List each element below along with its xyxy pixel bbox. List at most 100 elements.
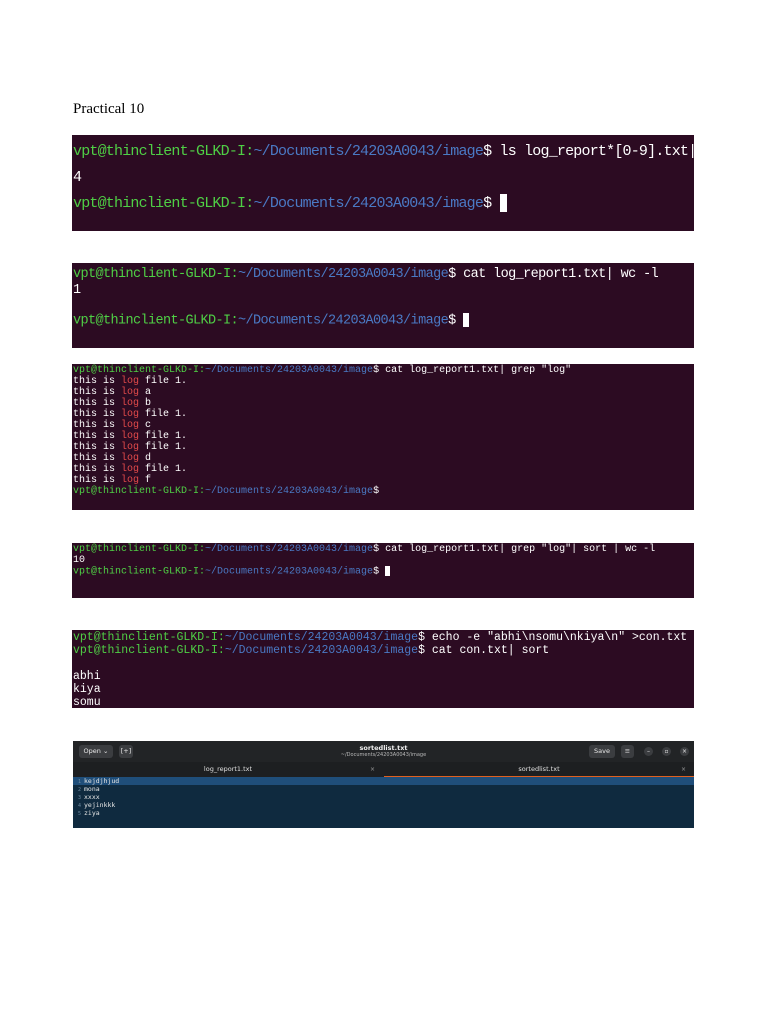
- output-text: file 1.: [139, 442, 188, 453]
- command-text: ls log_report*[0-9].txt| wc -l: [499, 143, 694, 160]
- page-title: Practical 10: [73, 101, 145, 117]
- prompt-path: ~/Documents/24203A0043/image: [238, 267, 449, 282]
- prompt-path: ~/Documents/24203A0043/image: [205, 365, 374, 376]
- grep-output-line: this is log a: [73, 387, 694, 398]
- command-output: 10: [73, 555, 86, 566]
- output-text: file 1.: [139, 376, 188, 387]
- prompt-dollar: $: [418, 631, 425, 644]
- output-text: this is: [73, 475, 122, 486]
- prompt-path: ~/Documents/24203A0043/image: [224, 644, 419, 657]
- line-text: xxxx: [84, 793, 100, 801]
- maximize-icon[interactable]: ▫: [662, 747, 671, 756]
- command-text: cat con.txt| sort: [424, 644, 550, 657]
- prompt-path: ~/Documents/24203A0043/image: [205, 566, 374, 578]
- grep-output-line: this is log file 1.: [73, 431, 694, 442]
- prompt-user: vpt@thinclient-GLKD-I:: [73, 143, 254, 160]
- prompt-user: vpt@thinclient-GLKD-I:: [73, 486, 206, 497]
- output-text: a: [139, 387, 152, 398]
- editor-headerbar: Open ⌄ [+] sortedlist.txt ~/Documents/24…: [73, 741, 694, 762]
- text-editor-screenshot: Open ⌄ [+] sortedlist.txt ~/Documents/24…: [73, 741, 694, 828]
- terminal-line: vpt@thinclient-GLKD-I:~/Documents/24203A…: [73, 544, 694, 555]
- prompt-path: ~/Documents/24203A0043/image: [253, 143, 484, 160]
- match-highlight: log: [121, 464, 140, 475]
- minimize-icon[interactable]: –: [644, 747, 653, 756]
- line-number: 5: [77, 811, 81, 817]
- grep-output-line: this is log b: [73, 398, 694, 409]
- terminal-line: vpt@thinclient-GLKD-I:~/Documents/24203A…: [73, 566, 694, 578]
- output-text: file 1.: [139, 409, 188, 420]
- prompt-dollar: $: [483, 195, 492, 212]
- cursor: [499, 194, 507, 213]
- terminal-line: vpt@thinclient-GLKD-I:~/Documents/24203A…: [73, 191, 694, 217]
- match-highlight: log: [121, 409, 140, 420]
- match-highlight: log: [121, 475, 140, 486]
- output-text: f: [139, 475, 152, 486]
- command-text: cat log_report1.txt| grep "log": [379, 365, 572, 376]
- grep-output-line: this is log d: [73, 453, 694, 464]
- match-highlight: log: [121, 442, 140, 453]
- match-highlight: log: [121, 398, 140, 409]
- command-text: cat log_report1.txt| wc -l: [455, 267, 659, 282]
- tab-sortedlist[interactable]: sortedlist.txt ×: [384, 762, 694, 777]
- editor-line: 4 yejinkkk: [73, 801, 694, 809]
- output-text: file 1.: [139, 464, 188, 475]
- output-text: d: [139, 453, 152, 464]
- prompt-user: vpt@thinclient-GLKD-I:: [73, 267, 239, 282]
- match-highlight: log: [121, 431, 140, 442]
- menu-icon[interactable]: ≡: [621, 745, 634, 758]
- editor-line: 5 ziya: [73, 809, 694, 817]
- output-text: b: [139, 398, 152, 409]
- output-text: c: [139, 420, 152, 431]
- prompt-dollar: $: [448, 267, 456, 282]
- prompt-user: vpt@thinclient-GLKD-I:: [73, 644, 225, 657]
- output-text: this is: [73, 431, 122, 442]
- cursor: [385, 566, 391, 576]
- editor-text-area[interactable]: 1 kejdjhjud 2 mona 3 xxxx 4 yejinkkk 5 ziya: [73, 777, 694, 828]
- output-text: this is: [73, 409, 122, 420]
- tab-close-icon[interactable]: ×: [681, 762, 686, 777]
- match-highlight: log: [121, 387, 140, 398]
- output-text: this is: [73, 453, 122, 464]
- line-text: ziya: [84, 809, 100, 817]
- match-highlight: log: [121, 420, 140, 431]
- prompt-user: vpt@thinclient-GLKD-I:: [73, 544, 206, 555]
- editor-line: 1 kejdjhjud: [73, 777, 694, 785]
- prompt-user: vpt@thinclient-GLKD-I:: [73, 631, 225, 644]
- prompt-dollar: $: [373, 486, 380, 497]
- prompt-path: ~/Documents/24203A0043/image: [205, 486, 374, 497]
- output-text: this is: [73, 442, 122, 453]
- tab-log-report1[interactable]: log_report1.txt ×: [73, 762, 383, 777]
- output-text: this is: [73, 420, 122, 431]
- tab-close-icon[interactable]: ×: [370, 762, 375, 777]
- terminal-line: vpt@thinclient-GLKD-I:~/Documents/24203A…: [73, 644, 694, 657]
- prompt-user: vpt@thinclient-GLKD-I:: [73, 365, 206, 376]
- line-text: mona: [84, 785, 100, 793]
- tab-label: log_report1.txt: [203, 765, 253, 773]
- terminal-line: vpt@thinclient-GLKD-I:~/Documents/24203A…: [73, 365, 694, 376]
- output-text: this is: [73, 464, 122, 475]
- terminal-screenshot-1: vpt@thinclient-GLKD-I:~/Documents/24203A…: [72, 135, 694, 231]
- terminal-screenshot-5: vpt@thinclient-GLKD-I:~/Documents/24203A…: [72, 630, 694, 708]
- terminal-screenshot-3: vpt@thinclient-GLKD-I:~/Documents/24203A…: [72, 364, 694, 510]
- close-icon[interactable]: ×: [680, 747, 689, 756]
- output-text: file 1.: [139, 431, 188, 442]
- save-button[interactable]: Save: [589, 745, 615, 758]
- output-text: this is: [73, 376, 122, 387]
- output-text: this is: [73, 398, 122, 409]
- prompt-dollar: $: [418, 644, 425, 657]
- editor-line: 3 xxxx: [73, 793, 694, 801]
- output-text: this is: [73, 387, 122, 398]
- terminal-line: vpt@thinclient-GLKD-I:~/Documents/24203A…: [73, 486, 694, 497]
- prompt-path: ~/Documents/24203A0043/image: [253, 195, 484, 212]
- grep-output-line: this is log file 1.: [73, 442, 694, 453]
- terminal-line: vpt@thinclient-GLKD-I:~/Documents/24203A…: [73, 139, 694, 165]
- cursor: [463, 313, 470, 327]
- command-output: kiya: [73, 683, 101, 696]
- grep-output-line: this is log file 1.: [73, 409, 694, 420]
- prompt-path: ~/Documents/24203A0043/image: [224, 631, 419, 644]
- line-text: kejdjhjud: [84, 777, 120, 785]
- terminal-line: vpt@thinclient-GLKD-I:~/Documents/24203A…: [73, 631, 694, 644]
- prompt-user: vpt@thinclient-GLKD-I:: [73, 313, 239, 329]
- command-text: echo -e "abhi\nsomu\nkiya\n" >con.txt: [424, 631, 688, 644]
